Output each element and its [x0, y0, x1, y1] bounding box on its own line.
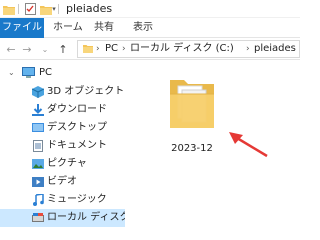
window-title: pleiades	[66, 2, 113, 15]
nav-item-label: ミュージック	[47, 194, 107, 205]
address-bar[interactable]: › PC › ローカル ディスク (C:) › pleiades	[77, 40, 300, 58]
breadcrumb-local-disk[interactable]: ローカル ディスク (C:)	[130, 41, 234, 57]
nav-item-downloads[interactable]: ダウンロード	[0, 101, 125, 119]
nav-item-label: 3D オブジェクト	[47, 86, 125, 97]
folder-label[interactable]: 2023-12	[160, 143, 224, 154]
back-arrow-icon[interactable]: ←	[4, 41, 18, 57]
up-arrow-icon[interactable]: ↑	[56, 41, 70, 57]
window-folder-icon	[3, 2, 15, 16]
nav-item-label: ドキュメント	[47, 140, 107, 151]
ribbon: ファイル ホーム 共有 表示	[0, 18, 300, 38]
tab-home[interactable]: ホーム	[53, 18, 83, 38]
breadcrumb-pleiades[interactable]: pleiades	[254, 41, 296, 57]
nav-item-desktop[interactable]: デスクトップ	[0, 119, 125, 137]
chevron-right-icon[interactable]: ›	[96, 41, 100, 57]
breadcrumb-pc[interactable]: PC	[105, 41, 118, 57]
nav-item-music[interactable]: ミュージック	[0, 191, 125, 209]
chevron-down-icon[interactable]: ⌄	[8, 67, 20, 79]
divider	[18, 4, 19, 14]
annotation-arrow	[229, 132, 268, 158]
divider	[58, 4, 59, 14]
desktop-icon	[32, 122, 44, 134]
local-disk-icon	[32, 212, 44, 224]
documents-icon	[32, 140, 44, 152]
tab-view[interactable]: 表示	[133, 18, 153, 38]
nav-item-label: ピクチャ	[47, 158, 87, 169]
pc-icon	[22, 67, 35, 79]
chevron-right-icon[interactable]: ›	[246, 41, 250, 57]
title-bar: ▾ pleiades	[0, 0, 300, 18]
properties-icon[interactable]	[24, 2, 36, 16]
nav-item-label: ビデオ	[47, 176, 77, 187]
nav-item-pc[interactable]: ⌄ PC	[0, 64, 125, 82]
3d-objects-icon	[31, 86, 45, 98]
videos-icon	[32, 176, 44, 188]
nav-item-videos[interactable]: ビデオ	[0, 173, 125, 191]
folder-icon	[170, 80, 214, 128]
customize-toolbar-icon[interactable]: ▾	[51, 2, 57, 16]
pictures-icon	[32, 158, 44, 170]
forward-arrow-icon[interactable]: →	[20, 41, 34, 57]
recent-locations-icon[interactable]: ⌄	[38, 41, 52, 57]
chevron-right-icon[interactable]: ›	[122, 41, 126, 57]
nav-item-label: PC	[39, 67, 53, 78]
navigation-pane: ⌄ PC 3D オブジェクト ダウンロード デスクトップ ドキュメント ピクチャ…	[0, 60, 151, 227]
nav-item-3d-objects[interactable]: 3D オブジェクト	[0, 83, 125, 101]
nav-item-pictures[interactable]: ピクチャ	[0, 155, 125, 173]
nav-item-label: ダウンロード	[47, 104, 107, 115]
navigation-bar: ← → ⌄ ↑ › PC › ローカル ディスク (C:) › pleiades	[0, 38, 300, 60]
folder-path-icon	[83, 44, 93, 56]
tab-share[interactable]: 共有	[94, 18, 114, 38]
nav-item-local-disk[interactable]: ローカル ディスク (C:)	[0, 209, 151, 227]
nav-item-label: デスクトップ	[47, 122, 107, 133]
downloads-icon	[32, 104, 44, 116]
nav-item-documents[interactable]: ドキュメント	[0, 137, 125, 155]
folder-item[interactable]	[168, 72, 216, 136]
tab-file[interactable]: ファイル	[0, 18, 44, 38]
music-icon	[32, 193, 44, 206]
